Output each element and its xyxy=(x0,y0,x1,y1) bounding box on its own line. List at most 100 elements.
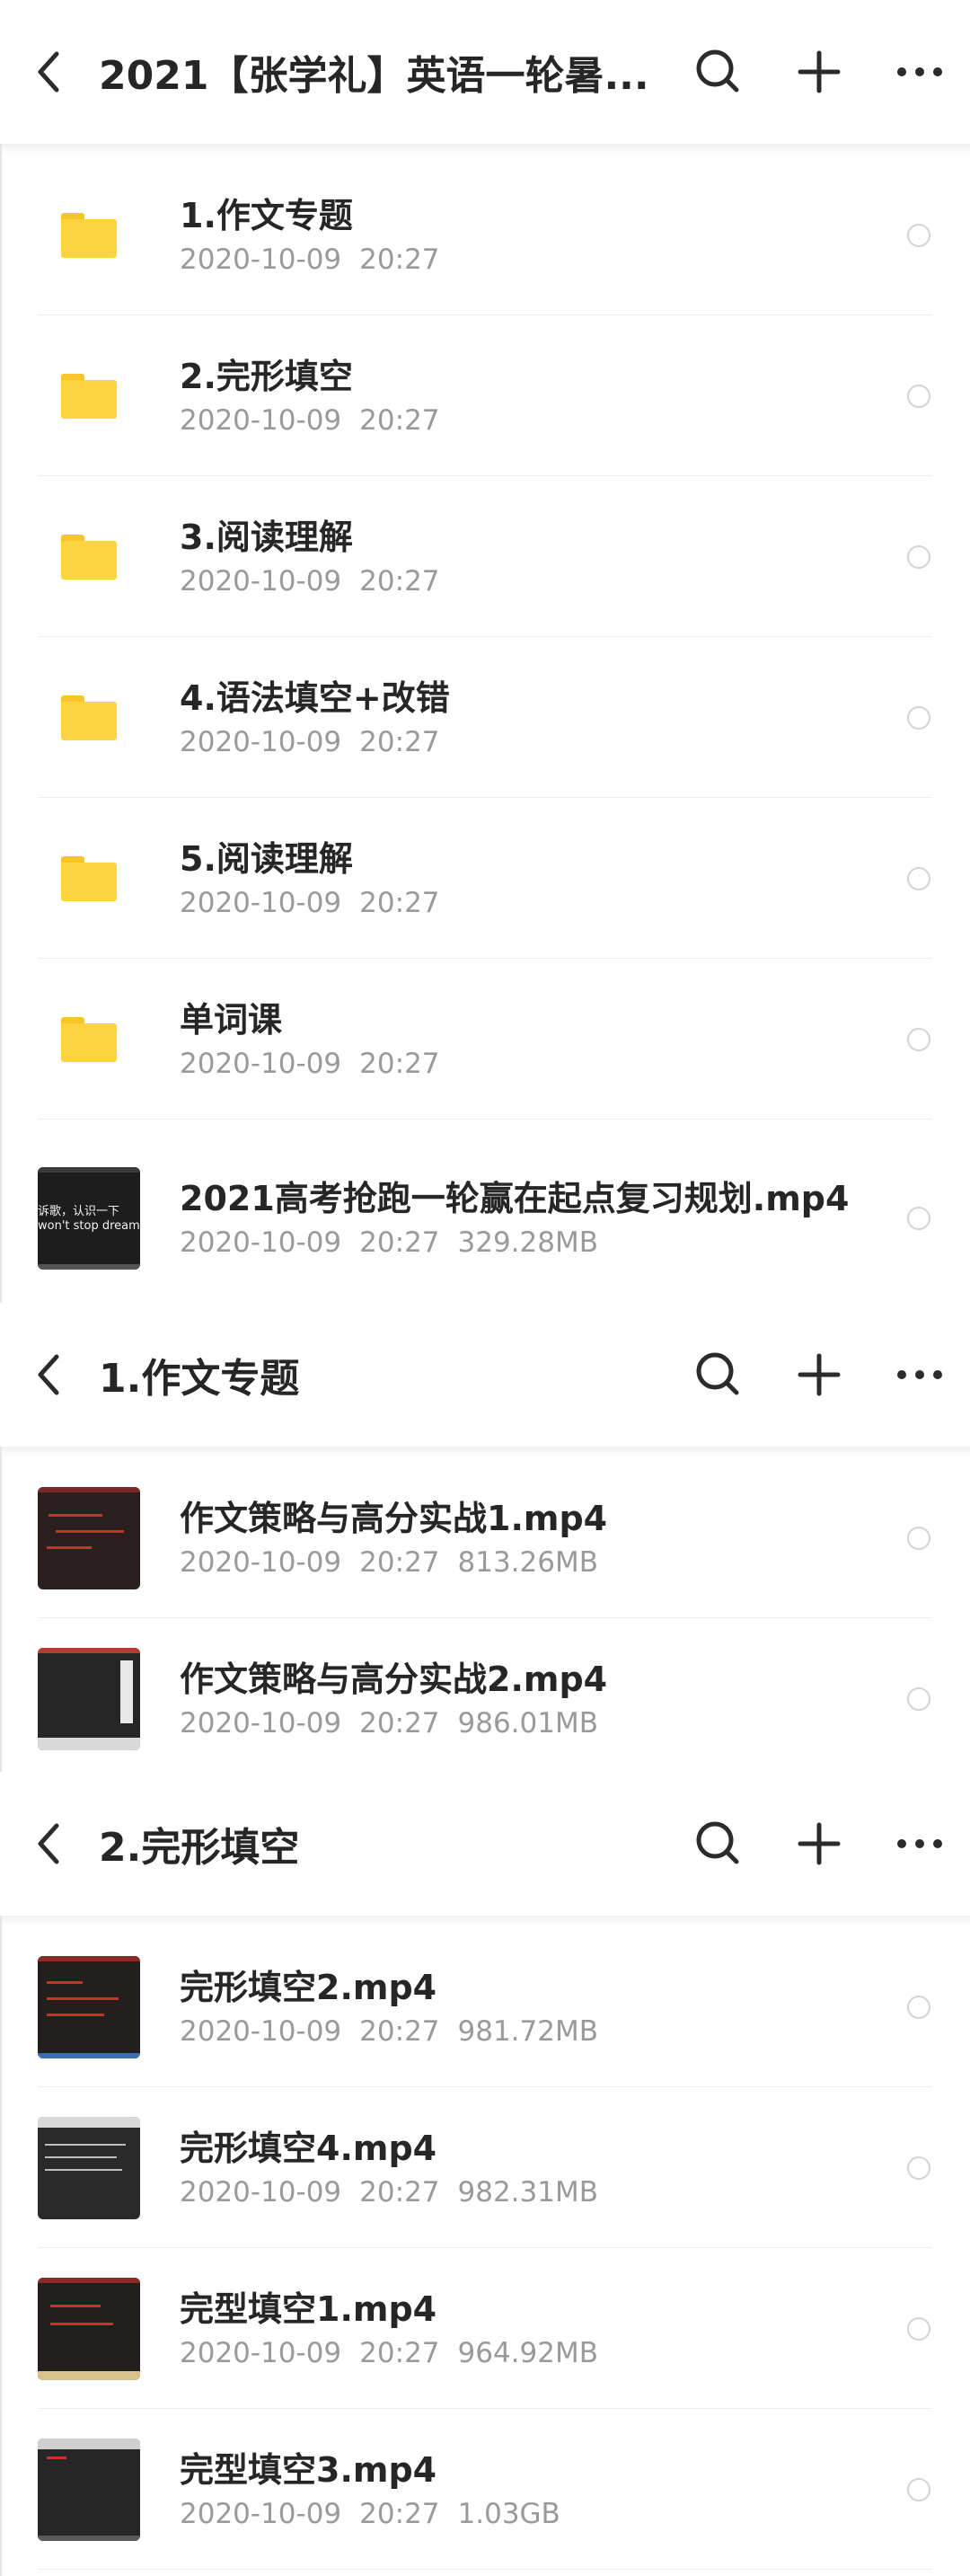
radio-circle xyxy=(907,2316,930,2341)
file-time: 20:27 xyxy=(359,564,440,598)
file-size: 329.28MB xyxy=(457,1226,598,1259)
list-item[interactable]: 完形填空4.mp4 2020-10-09 20:27 982.31MB xyxy=(0,2087,970,2248)
select-radio[interactable] xyxy=(886,2248,952,2409)
search-button[interactable] xyxy=(668,1772,769,1916)
thumb-writing xyxy=(47,1545,92,1549)
file-time: 20:27 xyxy=(359,1706,440,1739)
header: 1.作文专题 xyxy=(0,1303,970,1447)
list-item[interactable]: 1.作文专题 2020-10-09 20:27 xyxy=(0,155,970,315)
select-radio[interactable] xyxy=(886,1618,952,1772)
folder-icon xyxy=(61,212,117,258)
thumb-writing xyxy=(56,1529,124,1533)
file-browser-panel-essay: 1.作文专题 作文策略与高分实战1.mp4 2020-10-09 20:27 813… xyxy=(0,1303,970,1772)
list-item[interactable]: 作文策略与高分实战1.mp4 2020-10-09 20:27 813.26MB xyxy=(0,1457,970,1618)
file-time: 20:27 xyxy=(359,1047,440,1080)
file-meta: 2020-10-09 20:27 982.31MB xyxy=(180,2176,859,2209)
select-radio[interactable] xyxy=(886,1120,952,1303)
select-radio[interactable] xyxy=(886,637,952,798)
folder-icon xyxy=(61,534,117,580)
file-meta: 2020-10-09 20:27 329.28MB xyxy=(180,1226,859,1259)
thumb-bar xyxy=(38,1647,140,1653)
file-date: 2020-10-09 xyxy=(180,1226,342,1259)
search-icon xyxy=(696,49,739,93)
file-time: 20:27 xyxy=(359,1545,440,1579)
list-item[interactable]: 作文策略与高分实战2.mp4 2020-10-09 20:27 986.01MB xyxy=(0,1618,970,1772)
thumb-writing xyxy=(50,2304,101,2307)
file-name: 3.阅读理解 xyxy=(180,517,353,557)
thumb-bar xyxy=(38,2535,140,2541)
file-time: 20:27 xyxy=(359,886,440,919)
select-radio[interactable] xyxy=(886,798,952,959)
select-radio[interactable] xyxy=(886,1457,952,1618)
file-meta: 2020-10-09 20:27 813.26MB xyxy=(180,1546,859,1579)
file-meta: 2020-10-09 20:27 xyxy=(180,887,859,919)
thumb-wrap xyxy=(0,2277,180,2380)
thumb-writing xyxy=(120,1660,133,1723)
divider xyxy=(38,2569,932,2570)
header-shadow xyxy=(0,144,970,155)
video-thumbnail: 诉歌，认识一下 won't stop dreaming xyxy=(38,1167,140,1270)
back-button[interactable] xyxy=(0,1303,99,1447)
file-time: 20:27 xyxy=(359,725,440,758)
select-radio[interactable] xyxy=(886,155,952,315)
thumb-wrap xyxy=(0,2116,180,2219)
thumb-wrap xyxy=(0,1016,180,1062)
file-date: 2020-10-09 xyxy=(180,243,342,276)
file-name: 4.语法填空+改错 xyxy=(180,677,450,718)
file-date: 2020-10-09 xyxy=(180,886,342,919)
search-button[interactable] xyxy=(668,0,769,144)
list-item[interactable]: 5.阅读理解 2020-10-09 20:27 xyxy=(0,798,970,959)
list-item[interactable]: 3.阅读理解 2020-10-09 20:27 xyxy=(0,476,970,637)
header-shadow xyxy=(0,1447,970,1457)
list-item[interactable]: 2.完形填空 2020-10-09 20:27 xyxy=(0,315,970,476)
thumb-bar xyxy=(38,1737,140,1750)
item-info: 1.作文专题 2020-10-09 20:27 xyxy=(180,195,886,276)
select-radio[interactable] xyxy=(886,959,952,1120)
list-item[interactable]: 诉歌，认识一下 won't stop dreaming 2021高考抢跑一轮赢在… xyxy=(0,1120,970,1303)
file-date: 2020-10-09 xyxy=(180,725,342,758)
list-item[interactable]: 完型填空3.mp4 2020-10-09 20:27 1.03GB xyxy=(0,2409,970,2570)
thumb-wrap xyxy=(0,1647,180,1750)
select-radio[interactable] xyxy=(886,1926,952,2087)
thumb-caption-1: 诉歌，认识一下 xyxy=(38,1205,120,1218)
file-name: 完形填空2.mp4 xyxy=(180,1967,437,2007)
radio-circle xyxy=(907,384,930,408)
file-date: 2020-10-09 xyxy=(180,1047,342,1080)
back-button[interactable] xyxy=(0,0,99,144)
list-item[interactable]: 4.语法填空+改错 2020-10-09 20:27 xyxy=(0,637,970,798)
select-radio[interactable] xyxy=(886,476,952,637)
more-button[interactable] xyxy=(869,1303,970,1447)
item-info: 完形填空4.mp4 2020-10-09 20:27 982.31MB xyxy=(180,2128,886,2209)
list-item[interactable]: 完形填空2.mp4 2020-10-09 20:27 981.72MB xyxy=(0,1926,970,2087)
thumb-wrap xyxy=(0,212,180,258)
file-date: 2020-10-09 xyxy=(180,1706,342,1739)
more-button[interactable] xyxy=(869,1772,970,1916)
file-name: 2021高考抢跑一轮赢在起点复习规划.mp4 xyxy=(180,1179,850,1218)
file-size: 986.01MB xyxy=(457,1706,598,1739)
more-button[interactable] xyxy=(869,0,970,144)
thumb-bar xyxy=(38,2052,140,2058)
folder-icon xyxy=(61,855,117,901)
thumb-bar xyxy=(38,2116,140,2128)
thumb-bar xyxy=(38,1167,140,1173)
folder-icon xyxy=(61,373,117,419)
thumb-wrap: 诉歌，认识一下 won't stop dreaming xyxy=(0,1167,180,1270)
add-button[interactable] xyxy=(769,1772,869,1916)
select-radio[interactable] xyxy=(886,2087,952,2248)
file-name: 完型填空1.mp4 xyxy=(180,2288,437,2329)
thumb-writing xyxy=(47,2456,66,2459)
add-button[interactable] xyxy=(769,1303,869,1447)
thumb-wrap xyxy=(0,534,180,580)
select-radio[interactable] xyxy=(886,2409,952,2570)
add-button[interactable] xyxy=(769,0,869,144)
thumb-bar xyxy=(38,2277,140,2283)
search-button[interactable] xyxy=(668,1303,769,1447)
plus-icon xyxy=(798,1822,841,1865)
item-info: 完型填空3.mp4 2020-10-09 20:27 1.03GB xyxy=(180,2449,886,2530)
list-item[interactable]: 单词课 2020-10-09 20:27 xyxy=(0,959,970,1120)
back-button[interactable] xyxy=(0,1772,99,1916)
thumb-writing xyxy=(47,2013,104,2016)
list-item[interactable]: 完型填空1.mp4 2020-10-09 20:27 964.92MB xyxy=(0,2248,970,2409)
file-meta: 2020-10-09 20:27 986.01MB xyxy=(180,1707,859,1739)
select-radio[interactable] xyxy=(886,315,952,476)
